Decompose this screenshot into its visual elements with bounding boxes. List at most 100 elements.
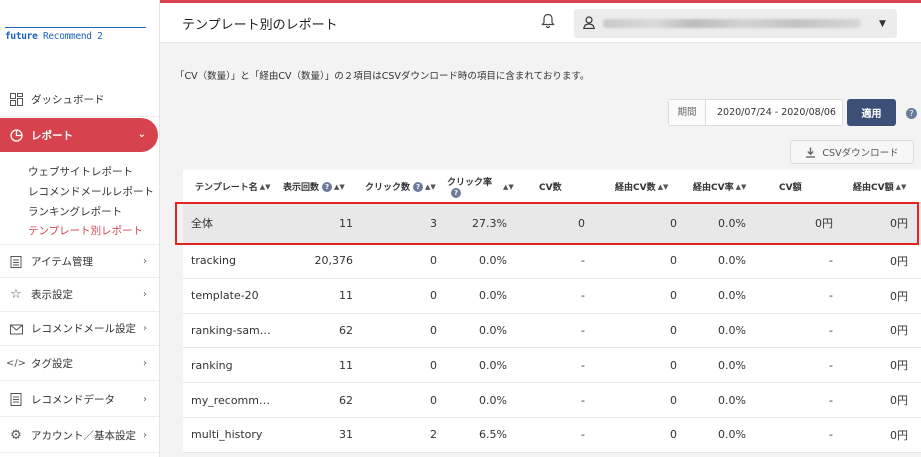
apply-button[interactable]: 適用 [847,99,896,126]
th-ctr-sort[interactable]: ▲▼ [501,170,514,203]
cell-template-name: template-20 [191,289,259,303]
table-body: 全体 11 3 27.3% 0 0 0.0% 0円 0円 tracking 20,376 0 0.0% -… [183,203,921,453]
table-row: tracking 20,376 0 0.0% - 0 0.0% - 0円 [183,244,921,279]
cell-impressions: 20,376 [314,254,354,268]
sidebar-item-report[interactable]: レポート ⌄ [0,118,158,152]
th-template-name[interactable]: テンプレート名 ▲▼ [195,170,271,203]
user-name-redacted [603,19,861,28]
sidebar-item-label: 表示設定 [31,289,73,301]
cell-cv: - [581,428,585,442]
table-row: ranking 11 0 0.0% - 0 0.0% - 0円 [183,348,921,384]
cell-ctr: 27.3% [472,216,507,230]
cell-clicks: 0 [430,289,437,303]
sub-item-template-report[interactable]: テンプレート別レポート [28,223,143,238]
cell-via-cv-amount: 0円 [890,254,908,268]
period-label: 期間 [669,100,706,125]
sort-icon: ▲▼ [657,182,669,191]
cell-clicks: 0 [430,323,437,337]
sidebar-item-account[interactable]: ⚙ アカウント／基本設定 › [0,419,159,453]
cell-via-cv: 0 [670,358,677,372]
cell-cv-amount: - [829,323,833,337]
page-title: テンプレート別のレポート [182,18,338,33]
bell-icon[interactable] [541,13,555,32]
sort-icon: ▲▼ [503,182,514,191]
help-icon[interactable]: ? [322,181,333,192]
sidebar-item-recommend-data[interactable]: レコメンドデータ › [0,383,159,417]
user-menu[interactable]: ▼ [574,9,897,38]
logo[interactable]: future Recommend 2 [5,31,103,42]
cell-via-cv: 0 [670,428,677,442]
sidebar-item-label: タグ設定 [31,358,73,370]
sub-item-ranking-report[interactable]: ランキングレポート [28,204,122,219]
cell-cv: - [581,289,585,303]
sidebar-item-display[interactable]: ☆ 表示設定 › [0,278,159,312]
sidebar-item-items[interactable]: アイテム管理 › [0,244,159,278]
cell-template-name: ranking-sam… [191,323,271,337]
sidebar-item-label: レポート [31,129,73,142]
sidebar-item-mail-settings[interactable]: レコメンドメール設定 › [0,312,159,346]
cell-clicks: 0 [430,358,437,372]
sidebar-item-tag-settings[interactable]: </> タグ設定 › [0,347,159,381]
cell-cv-amount: - [829,254,833,268]
cell-via-cv: 0 [670,289,677,303]
cell-via-cv-amount: 0円 [890,359,908,373]
cell-ctr: 0.0% [479,358,507,372]
th-via-cv[interactable]: 経由CV数 ▲▼ [615,170,668,203]
cell-via-cv: 0 [670,323,677,337]
sort-icon: ▲▼ [425,182,436,191]
csv-download-label: CSVダウンロード [822,148,899,159]
sidebar-item-label: アカウント／基本設定 [31,430,136,442]
pie-chart-icon [9,128,23,142]
sort-icon: ▲▼ [895,182,907,191]
cell-template-name: multi_history [191,428,263,442]
th-via-cv-rate[interactable]: 経由CV率 ▲▼ [693,170,746,203]
clipboard-icon [9,254,23,268]
cell-via-cv-amount: 0円 [890,289,908,303]
th-impressions[interactable]: 表示回数? ▲▼ [283,170,345,203]
user-icon [583,15,595,32]
help-icon[interactable]: ? [903,106,917,119]
help-icon[interactable]: ? [451,188,461,198]
chevron-right-icon: › [143,323,147,334]
cell-impressions: 62 [339,323,353,337]
cell-via-cv-amount: 0円 [890,428,908,442]
download-icon [806,147,816,158]
cell-impressions: 11 [339,358,353,372]
table-row: multi_history 31 2 6.5% - 0 0.0% - 0円 [183,417,921,453]
sub-item-mail-report[interactable]: レコメンドメールレポート [28,184,154,199]
cell-via-cv: 0 [670,216,677,230]
sidebar-item-label: レコメンドデータ [31,394,115,406]
th-cv[interactable]: CV数 [539,170,562,203]
chevron-down-icon: ⌄ [137,129,146,140]
dashboard-icon [9,93,23,107]
cell-ctr: 0.0% [479,289,507,303]
table-row: my_recomm… 62 0 0.0% - 0 0.0% - 0円 [183,383,921,418]
cell-ctr: 0.0% [479,393,507,407]
cell-cv: - [581,358,585,372]
th-clicks[interactable]: クリック数? ▲▼ [365,170,436,203]
cell-ctr: 6.5% [479,428,507,442]
cell-cv-amount: 0円 [815,217,833,230]
sidebar-item-dashboard[interactable]: ダッシュボード [0,83,159,117]
cell-cv-amount: - [829,358,833,372]
cell-via-cv-rate: 0.0% [718,393,746,407]
csv-download-button[interactable]: CSVダウンロード [790,140,914,164]
sidebar: future Recommend 2 ダッシュボード レポート ⌄ ウェブサイト… [0,0,160,457]
cell-clicks: 0 [430,254,437,268]
table-header: テンプレート名 ▲▼ 表示回数? ▲▼ クリック数? ▲▼ クリック率? ▲▼ CV数… [183,170,921,203]
sort-icon: ▲▼ [334,182,345,191]
star-icon: ☆ [10,287,22,302]
th-cv-amount[interactable]: CV額 [779,170,802,203]
sub-item-website-report[interactable]: ウェブサイトレポート [28,164,133,179]
cell-via-cv-amount: 0円 [890,324,908,338]
cell-cv: - [581,323,585,337]
cell-via-cv-rate: 0.0% [718,428,746,442]
cell-cv: 0 [578,216,585,230]
help-icon[interactable]: ? [413,181,424,192]
cell-impressions: 11 [339,216,353,230]
period-input[interactable]: 2020/07/24 - 2020/08/06 [706,107,836,118]
th-ctr[interactable]: クリック率? [447,170,492,203]
sort-icon: ▲▼ [259,182,271,191]
period-filter[interactable]: 期間 2020/07/24 - 2020/08/06 [668,99,843,126]
th-via-cv-amount[interactable]: 経由CV額 ▲▼ [853,170,906,203]
